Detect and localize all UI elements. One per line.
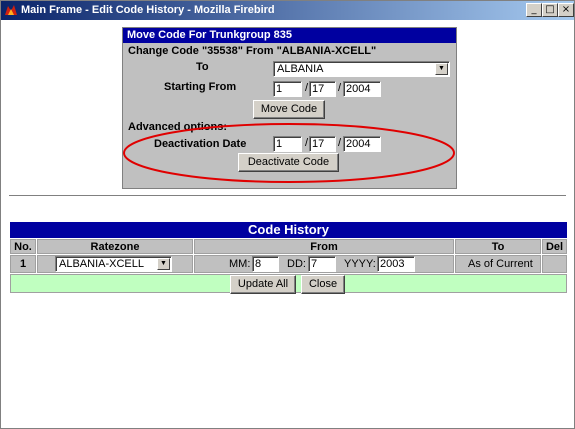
from-date-cell: MM: 8 DD: 7 YYYY: 2003 <box>194 255 454 273</box>
to-cell: As of Current <box>455 255 541 273</box>
highlight-ellipse <box>123 123 455 183</box>
section-divider <box>9 195 566 197</box>
minimize-button[interactable]: _ <box>526 3 542 17</box>
to-value: As of Current <box>468 258 533 270</box>
title-bar: Main Frame - Edit Code History - Mozilla… <box>1 1 574 20</box>
maximize-button[interactable]: □ <box>542 3 558 17</box>
del-cell <box>542 255 567 273</box>
col-header-to: To <box>455 239 541 254</box>
to-ratezone-value: ALBANIA <box>277 63 324 75</box>
row-number: 1 <box>20 258 27 270</box>
browser-window: Main Frame - Edit Code History - Mozilla… <box>0 0 575 429</box>
to-label: To <box>196 61 209 73</box>
start-month-input[interactable]: 1 <box>273 81 302 97</box>
ratezone-cell: ALBANIA-XCELL ▼ <box>37 255 193 273</box>
ratezone-select[interactable]: ALBANIA-XCELL ▼ <box>55 256 172 272</box>
from-day-input[interactable]: 7 <box>308 256 336 272</box>
col-header-from: From <box>194 239 454 254</box>
start-day-input[interactable]: 17 <box>309 81 336 97</box>
close-button[interactable]: Close <box>301 275 345 294</box>
starting-from-label: Starting From <box>164 81 237 93</box>
ratezone-value: ALBANIA-XCELL <box>59 258 144 270</box>
page-content: Move Code For Trunkgroup 835 Change Code… <box>1 20 574 428</box>
col-header-no: No. <box>10 239 36 254</box>
from-year-input[interactable]: 2003 <box>377 256 415 272</box>
update-all-button[interactable]: Update All <box>230 275 296 294</box>
from-month-input[interactable]: 8 <box>252 256 279 272</box>
chevron-down-icon[interactable]: ▼ <box>157 258 170 270</box>
col-header-ratezone: Ratezone <box>37 239 193 254</box>
to-ratezone-select[interactable]: ALBANIA ▼ <box>273 61 450 77</box>
date-separator: / <box>338 82 342 94</box>
chevron-down-icon[interactable]: ▼ <box>435 63 448 75</box>
code-history-title: Code History <box>10 222 567 238</box>
move-code-button[interactable]: Move Code <box>253 100 325 119</box>
row-number-cell: 1 <box>10 255 36 273</box>
dd-label: DD: <box>287 258 306 270</box>
close-window-button[interactable]: × <box>558 3 574 17</box>
move-panel-header: Move Code For Trunkgroup 835 <box>123 28 456 43</box>
date-separator: / <box>305 82 309 94</box>
window-title: Main Frame - Edit Code History - Mozilla… <box>21 4 275 16</box>
table-footer: Update All Close <box>10 274 567 294</box>
mm-label: MM: <box>229 258 251 270</box>
change-code-text: Change Code "35538" From "ALBANIA-XCELL" <box>128 45 377 57</box>
col-header-del: Del <box>542 239 567 254</box>
start-year-input[interactable]: 2004 <box>343 81 381 97</box>
yyyy-label: YYYY: <box>344 258 376 270</box>
firebird-icon <box>5 5 17 15</box>
